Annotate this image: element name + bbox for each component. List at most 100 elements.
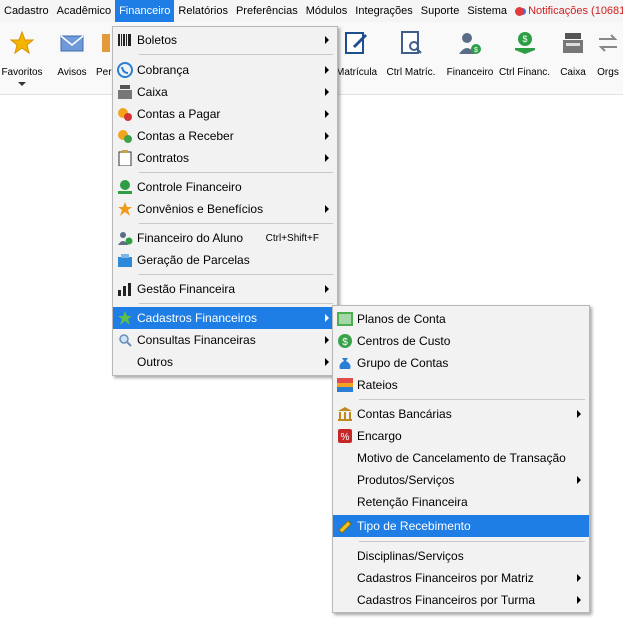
toolbar-ctrl-matric-label: Ctrl Matríc. <box>386 67 436 78</box>
submenu-item-cadastros-por-turma[interactable]: Cadastros Financeiros por Turma <box>333 589 589 611</box>
menu-relatorios[interactable]: Relatórios <box>174 0 232 22</box>
menu-item-contas-a-receber-label: Contas a Receber <box>137 129 234 143</box>
menu-separator <box>139 54 333 55</box>
submenu-item-retencao-financeira[interactable]: Retenção Financeira <box>333 491 589 513</box>
submenu-arrow-icon <box>325 110 329 118</box>
submenu-item-planos-de-conta[interactable]: Planos de Conta <box>333 308 589 330</box>
submenu-arrow-icon <box>325 66 329 74</box>
menu-item-financeiro-do-aluno-shortcut: Ctrl+Shift+F <box>265 232 319 244</box>
menu-academico[interactable]: Acadêmico <box>53 0 115 22</box>
menu-item-boletos[interactable]: Boletos <box>113 29 337 51</box>
menu-separator <box>359 399 585 400</box>
submenu-item-disciplinas-servicos-label: Disciplinas/Serviços <box>357 549 464 563</box>
toolbar-ctrl-financ-label: Ctrl Financ. <box>498 67 551 78</box>
menu-item-outros-label: Outros <box>137 355 174 369</box>
clipboard-icon <box>117 150 133 166</box>
chevron-down-icon <box>18 82 26 86</box>
submenu-arrow-icon <box>325 88 329 96</box>
swap-arrows-icon <box>598 34 618 52</box>
submenu-item-motivo-cancelamento[interactable]: Motivo de Cancelamento de Transação <box>333 447 589 469</box>
rateio-icon <box>337 377 353 393</box>
envelope-icon <box>60 35 84 52</box>
menu-item-consultas-financeiras-label: Consultas Financeiras <box>137 333 256 347</box>
document-search-icon <box>401 31 422 54</box>
menu-item-cadastros-financeiros[interactable]: Cadastros Financeiros <box>113 307 337 329</box>
menu-preferencias[interactable]: Preferências <box>232 0 302 22</box>
submenu-item-tipo-de-recebimento[interactable]: Tipo de Recebimento <box>333 515 589 537</box>
toolbar-financeiro-button[interactable]: $ Financeiro <box>444 22 496 95</box>
menu-item-boletos-label: Boletos <box>137 33 178 47</box>
svg-text:$: $ <box>522 34 527 44</box>
submenu-item-cadastros-por-matriz[interactable]: Cadastros Financeiros por Matriz <box>333 567 589 589</box>
toolbar-avisos-button[interactable]: Avisos <box>52 22 92 95</box>
menu-item-outros[interactable]: Outros <box>113 351 337 373</box>
submenu-item-disciplinas-servicos[interactable]: Disciplinas/Serviços <box>333 545 589 567</box>
submenu-item-cadastros-por-turma-label: Cadastros Financeiros por Turma <box>357 593 536 607</box>
receipt-type-icon <box>337 518 353 534</box>
submenu-item-encargo-label: Encargo <box>357 429 402 443</box>
menu-item-cobranca[interactable]: Cobrança <box>113 59 337 81</box>
submenu-item-planos-de-conta-label: Planos de Conta <box>357 312 446 326</box>
submenu-arrow-icon <box>325 205 329 213</box>
submenu-item-centros-de-custo-label: Centros de Custo <box>357 334 451 348</box>
toolbar-favoritos-button[interactable]: Favoritos <box>0 22 44 95</box>
submenu-item-motivo-cancelamento-label: Motivo de Cancelamento de Transação <box>357 451 566 465</box>
star-icon <box>117 201 133 217</box>
barcode-icon <box>117 32 133 48</box>
menu-item-consultas-financeiras[interactable]: Consultas Financeiras <box>113 329 337 351</box>
coin-icon: $ <box>337 333 353 349</box>
menu-cadastro[interactable]: Cadastro <box>0 0 53 22</box>
submenu-item-grupo-de-contas-label: Grupo de Contas <box>357 356 449 370</box>
menu-item-geracao-de-parcelas[interactable]: Geração de Parcelas <box>113 249 337 271</box>
submenu-arrow-icon <box>325 314 329 322</box>
menu-item-contratos[interactable]: Contratos <box>113 147 337 169</box>
submenu-item-tipo-de-recebimento-label: Tipo de Recebimento <box>357 519 471 533</box>
toolbar-ctrl-matric-button[interactable]: Ctrl Matríc. <box>381 22 441 95</box>
submenu-item-centros-de-custo[interactable]: $ Centros de Custo <box>333 330 589 352</box>
submenu-arrow-icon <box>325 132 329 140</box>
cash-register-icon <box>563 33 583 53</box>
toolbar-caixa-label: Caixa <box>560 67 586 78</box>
toolbar-matricula-button[interactable]: Matrícula <box>336 22 377 95</box>
menu-item-contas-a-receber[interactable]: Contas a Receber <box>113 125 337 147</box>
submenu-item-contas-bancarias-label: Contas Bancárias <box>357 407 452 421</box>
menu-notificacoes[interactable]: Notificações (10681) <box>511 0 623 22</box>
menu-suporte[interactable]: Suporte <box>417 0 464 22</box>
menu-item-caixa[interactable]: Caixa <box>113 81 337 103</box>
phone-icon <box>117 62 133 78</box>
menu-item-controle-financeiro[interactable]: Controle Financeiro <box>113 176 337 198</box>
submenu-item-rateios[interactable]: Rateios <box>333 374 589 396</box>
money-hand-icon <box>117 179 133 195</box>
menu-separator <box>139 172 333 173</box>
menu-separator <box>359 541 585 542</box>
toolbar-avisos-label: Avisos <box>57 67 87 78</box>
menu-item-gestao-financeira[interactable]: Gestão Financeira <box>113 278 337 300</box>
submenu-arrow-icon <box>325 36 329 44</box>
submenu-item-encargo[interactable]: % Encargo <box>333 425 589 447</box>
magnifier-icon <box>117 332 133 348</box>
menu-separator <box>139 223 333 224</box>
submenu-item-grupo-de-contas[interactable]: Grupo de Contas <box>333 352 589 374</box>
menu-sistema[interactable]: Sistema <box>463 0 511 22</box>
submenu-item-produtos-servicos-label: Produtos/Serviços <box>357 473 455 487</box>
menu-item-contas-a-pagar[interactable]: Contas a Pagar <box>113 103 337 125</box>
toolbar-caixa-button[interactable]: Caixa <box>557 22 589 95</box>
toolbar-pe-button[interactable]: Per <box>94 22 114 95</box>
menu-item-controle-financeiro-label: Controle Financeiro <box>137 180 242 194</box>
menu-integracoes[interactable]: Integrações <box>351 0 416 22</box>
submenu-item-produtos-servicos[interactable]: Produtos/Serviços <box>333 469 589 491</box>
menu-modulos[interactable]: Módulos <box>302 0 352 22</box>
submenu-item-contas-bancarias[interactable]: Contas Bancárias <box>333 403 589 425</box>
notification-icon <box>515 6 525 16</box>
menu-item-financeiro-do-aluno[interactable]: Financeiro do Aluno Ctrl+Shift+F <box>113 227 337 249</box>
toolbar-orgs-button[interactable]: Orgs <box>593 22 623 95</box>
svg-text:$: $ <box>342 337 348 348</box>
submenu-arrow-icon <box>325 154 329 162</box>
installments-icon <box>117 252 133 268</box>
menu-item-convenios-beneficios[interactable]: Convênios e Benefícios <box>113 198 337 220</box>
menu-financeiro[interactable]: Financeiro <box>115 0 175 22</box>
submenu-item-cadastros-por-matriz-label: Cadastros Financeiros por Matriz <box>357 571 534 585</box>
svg-text:$: $ <box>474 47 478 54</box>
toolbar-ctrl-financ-button[interactable]: $ Ctrl Financ. <box>497 22 552 95</box>
plus-star-icon <box>117 310 133 326</box>
